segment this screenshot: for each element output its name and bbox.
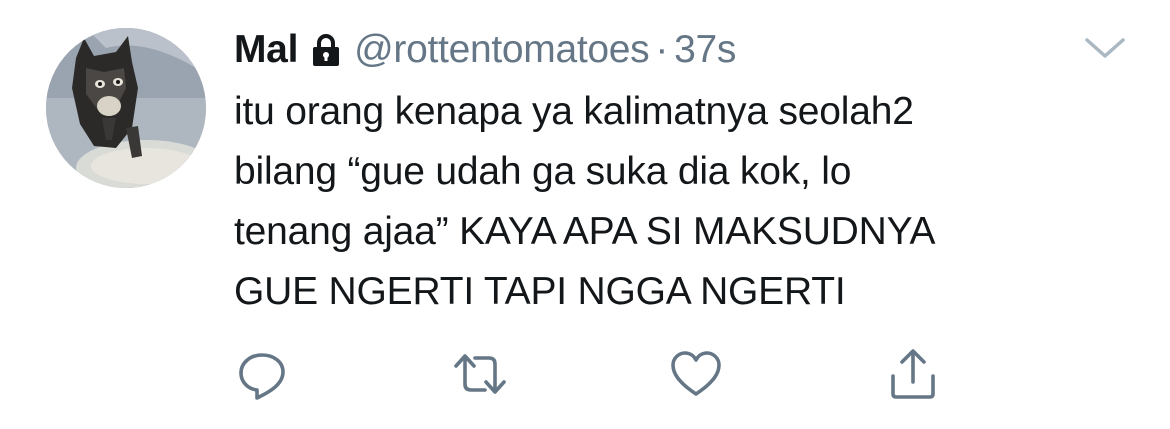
avatar-image	[46, 28, 206, 188]
like-button[interactable]	[668, 346, 724, 402]
tweet-text: itu orang kenapa ya kalimatnya seolah2 b…	[234, 90, 936, 313]
user-handle[interactable]: @rottentomatoes	[354, 28, 650, 72]
share-button[interactable]	[885, 346, 941, 402]
display-name[interactable]: Mal	[234, 28, 298, 72]
heart-icon	[671, 351, 721, 396]
separator: ·	[655, 28, 669, 71]
chevron-down-icon[interactable]	[1083, 34, 1127, 62]
tweet[interactable]: Mal @rottentomatoes · 37s itu orang kena…	[0, 0, 1170, 429]
avatar[interactable]	[46, 28, 206, 188]
tweet-actions	[0, 346, 1170, 406]
share-icon	[891, 349, 935, 399]
retweet-button[interactable]	[452, 346, 508, 402]
timestamp[interactable]: 37s	[674, 28, 736, 72]
retweet-icon	[454, 354, 506, 394]
reply-icon	[239, 353, 285, 400]
reply-button[interactable]	[234, 346, 290, 402]
lock-icon	[312, 33, 340, 67]
tweet-header: Mal @rottentomatoes · 37s	[234, 22, 736, 78]
